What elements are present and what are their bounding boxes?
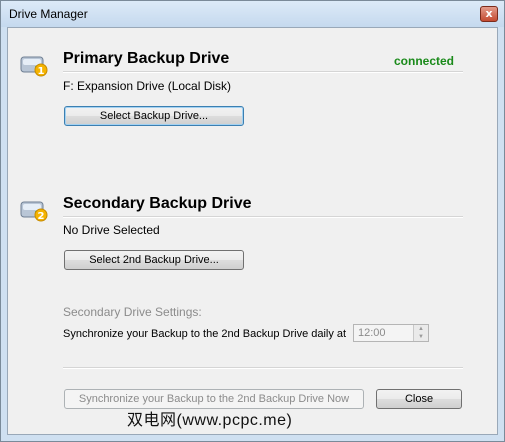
spin-down-icon[interactable]: ▼ [413,333,428,341]
secondary-divider [63,216,463,218]
secondary-settings-heading: Secondary Drive Settings: [63,305,202,319]
watermark-text: 双电网(www.pcpc.me) [127,412,293,429]
svg-text:2: 2 [38,211,45,222]
primary-status-badge: connected [394,54,455,68]
select-2nd-backup-drive-button[interactable]: Select 2nd Backup Drive... [64,250,244,270]
window-close-button[interactable]: x [480,6,498,22]
sync-time-spinner[interactable]: 12:00 ▲ ▼ [353,324,429,342]
primary-divider [63,71,463,73]
secondary-drive-label: No Drive Selected [63,223,160,237]
secondary-heading: Secondary Backup Drive [63,195,252,212]
window-title: Drive Manager [9,7,88,21]
spin-up-icon[interactable]: ▲ [413,325,428,333]
footer-divider [63,367,463,369]
drive-2-icon: 2 [20,201,48,222]
sync-time-value: 12:00 [358,327,386,339]
drive-1-icon: 1 [20,56,48,77]
client-area: 1 Primary Backup Drive connected F: Expa… [7,27,498,435]
svg-text:1: 1 [38,66,45,77]
primary-drive-label: F: Expansion Drive (Local Disk) [63,79,232,93]
sync-schedule-label: Synchronize your Backup to the 2nd Backu… [63,328,347,340]
drive-manager-window: Drive Manager x 1 Primary Backup Drive c… [0,0,505,442]
primary-heading: Primary Backup Drive [63,50,230,67]
select-backup-drive-button[interactable]: Select Backup Drive... [64,106,244,126]
title-bar: Drive Manager x [1,1,504,27]
close-button[interactable]: Close [376,389,462,409]
